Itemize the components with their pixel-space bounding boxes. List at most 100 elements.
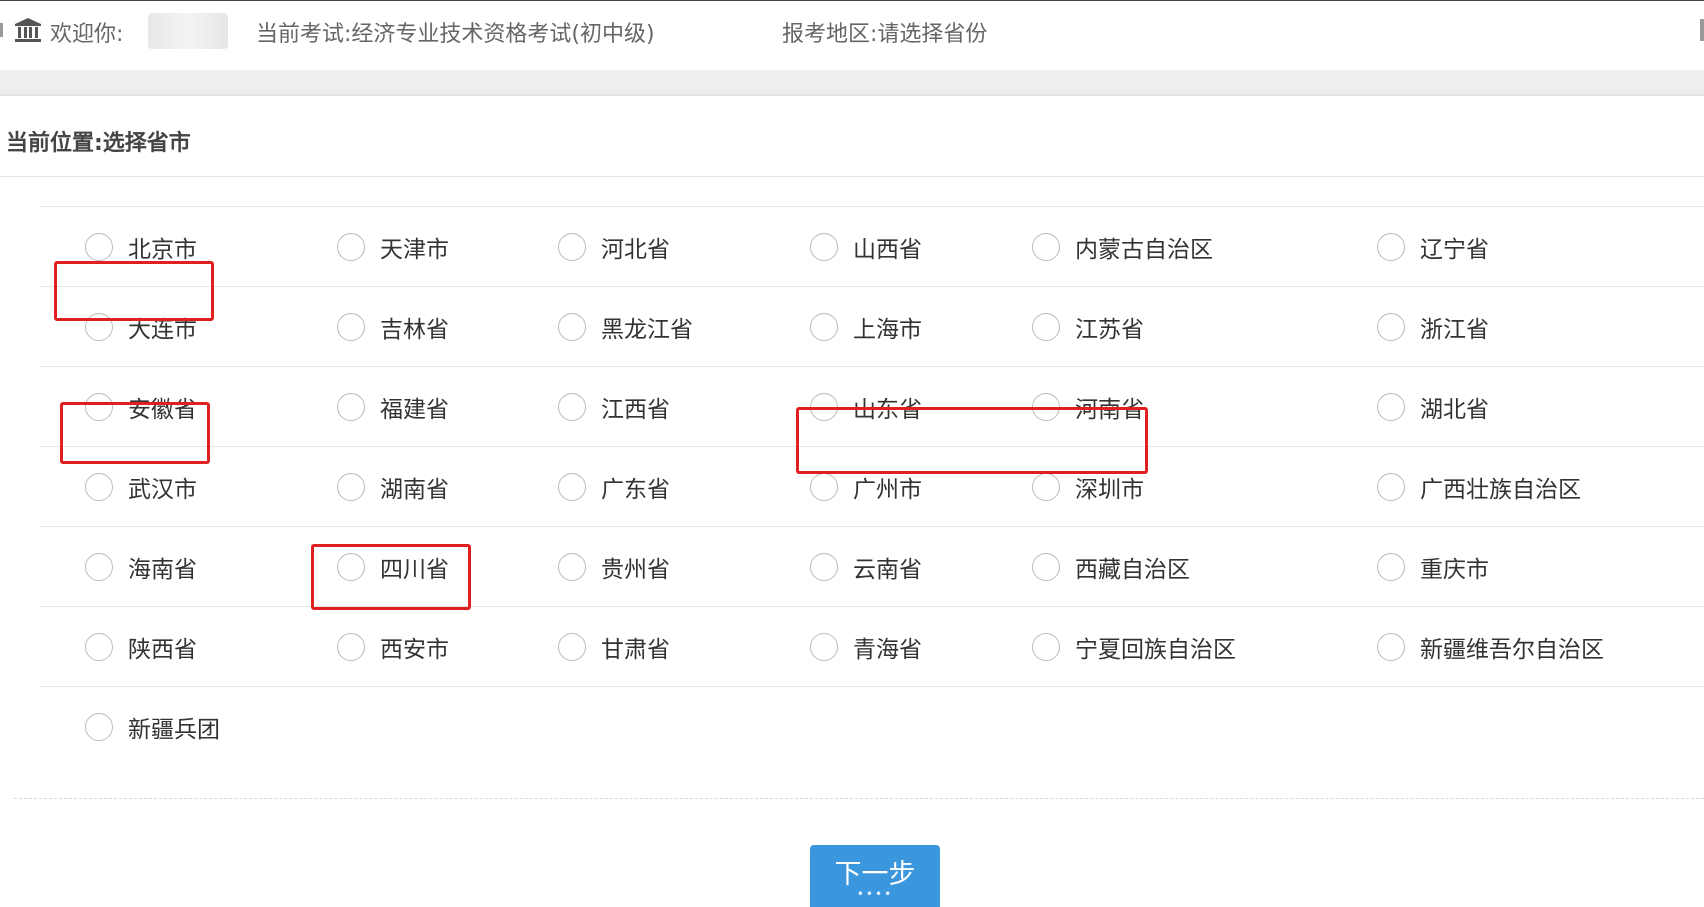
radio-button[interactable] (810, 552, 838, 581)
province-label: 广西壮族自治区 (1420, 476, 1581, 503)
province-option[interactable]: 辽宁省 (1377, 207, 1489, 286)
radio-button[interactable] (337, 472, 365, 501)
province-option[interactable]: 河北省 (558, 207, 670, 286)
province-option[interactable]: 四川省 (337, 527, 449, 606)
province-label: 武汉市 (128, 476, 197, 503)
province-option[interactable]: 河南省 (1032, 367, 1144, 446)
radio-button[interactable] (1032, 392, 1060, 421)
province-option[interactable]: 重庆市 (1377, 527, 1489, 606)
province-option[interactable]: 大连市 (85, 287, 197, 366)
username-blurred (148, 13, 228, 49)
region-selector-status[interactable]: 报考地区:请选择省份 (782, 16, 987, 48)
province-option[interactable]: 广州市 (810, 447, 922, 526)
radio-button[interactable] (85, 392, 113, 421)
province-option[interactable]: 武汉市 (85, 447, 197, 526)
province-row: 北京市 天津市 河北省 山西省 内蒙古自治区 辽宁省 (40, 206, 1704, 286)
radio-button[interactable] (1377, 312, 1405, 341)
radio-button[interactable] (558, 392, 586, 421)
province-option[interactable]: 江西省 (558, 367, 670, 446)
radio-button[interactable] (85, 472, 113, 501)
province-label: 重庆市 (1420, 556, 1489, 583)
radio-button[interactable] (1032, 552, 1060, 581)
province-option[interactable]: 陕西省 (85, 607, 197, 686)
province-label: 江西省 (601, 396, 670, 423)
radio-button[interactable] (337, 312, 365, 341)
radio-button[interactable] (85, 232, 113, 261)
province-option[interactable]: 广东省 (558, 447, 670, 526)
province-row: 海南省 四川省 贵州省 云南省 西藏自治区 重庆市 (40, 526, 1704, 606)
radio-button[interactable] (337, 552, 365, 581)
province-option[interactable]: 青海省 (810, 607, 922, 686)
province-row: 陕西省 西安市 甘肃省 青海省 宁夏回族自治区 新疆维吾尔自治区 (40, 606, 1704, 686)
scroll-edge-left (0, 23, 3, 37)
radio-button[interactable] (1032, 472, 1060, 501)
radio-button[interactable] (1377, 632, 1405, 661)
radio-button[interactable] (1377, 232, 1405, 261)
loading-dots-icon: •••• (856, 887, 894, 901)
province-grid: 北京市 天津市 河北省 山西省 内蒙古自治区 辽宁省大连市 吉林省 黑龙江省 上海市 江苏省 浙江省… (40, 206, 1704, 766)
radio-button[interactable] (337, 392, 365, 421)
province-option[interactable]: 内蒙古自治区 (1032, 207, 1213, 286)
province-option[interactable]: 江苏省 (1032, 287, 1144, 366)
province-label: 大连市 (128, 316, 197, 343)
radio-button[interactable] (85, 632, 113, 661)
radio-button[interactable] (337, 232, 365, 261)
province-option[interactable]: 宁夏回族自治区 (1032, 607, 1236, 686)
radio-button[interactable] (1377, 472, 1405, 501)
province-option[interactable]: 云南省 (810, 527, 922, 606)
province-label: 湖北省 (1420, 396, 1489, 423)
province-option[interactable]: 新疆兵团 (85, 687, 220, 766)
radio-button[interactable] (558, 312, 586, 341)
province-label: 海南省 (128, 556, 197, 583)
province-option[interactable]: 西藏自治区 (1032, 527, 1190, 606)
province-option[interactable]: 海南省 (85, 527, 197, 606)
province-option[interactable]: 深圳市 (1032, 447, 1144, 526)
province-label: 北京市 (128, 236, 197, 263)
radio-button[interactable] (810, 232, 838, 261)
province-option[interactable]: 上海市 (810, 287, 922, 366)
radio-button[interactable] (558, 472, 586, 501)
radio-button[interactable] (85, 712, 113, 741)
province-label: 新疆维吾尔自治区 (1420, 636, 1604, 663)
province-option[interactable]: 湖北省 (1377, 367, 1489, 446)
province-option[interactable]: 浙江省 (1377, 287, 1489, 366)
province-option[interactable]: 山东省 (810, 367, 922, 446)
province-option[interactable]: 安徽省 (85, 367, 197, 446)
radio-button[interactable] (810, 312, 838, 341)
radio-button[interactable] (810, 472, 838, 501)
province-label: 天津市 (380, 236, 449, 263)
province-option[interactable]: 天津市 (337, 207, 449, 286)
radio-button[interactable] (1032, 312, 1060, 341)
province-option[interactable]: 新疆维吾尔自治区 (1377, 607, 1604, 686)
radio-button[interactable] (85, 552, 113, 581)
radio-button[interactable] (1377, 392, 1405, 421)
radio-button[interactable] (558, 632, 586, 661)
radio-button[interactable] (85, 312, 113, 341)
province-option[interactable]: 福建省 (337, 367, 449, 446)
province-option[interactable]: 甘肃省 (558, 607, 670, 686)
next-step-button[interactable]: 下一步 •••• (810, 845, 940, 907)
province-label: 山东省 (853, 396, 922, 423)
radio-button[interactable] (810, 392, 838, 421)
radio-button[interactable] (1032, 632, 1060, 661)
province-option[interactable]: 西安市 (337, 607, 449, 686)
province-label: 山西省 (853, 236, 922, 263)
province-label: 广东省 (601, 476, 670, 503)
radio-button[interactable] (810, 632, 838, 661)
province-option[interactable]: 黑龙江省 (558, 287, 693, 366)
province-option[interactable]: 吉林省 (337, 287, 449, 366)
province-option[interactable]: 湖南省 (337, 447, 449, 526)
radio-button[interactable] (558, 552, 586, 581)
province-option[interactable]: 山西省 (810, 207, 922, 286)
radio-button[interactable] (558, 232, 586, 261)
radio-button[interactable] (337, 632, 365, 661)
radio-button[interactable] (1377, 552, 1405, 581)
province-label: 上海市 (853, 316, 922, 343)
dashed-divider (14, 798, 1704, 799)
province-option[interactable]: 广西壮族自治区 (1377, 447, 1581, 526)
province-label: 福建省 (380, 396, 449, 423)
province-option[interactable]: 北京市 (85, 207, 197, 286)
province-option[interactable]: 贵州省 (558, 527, 670, 606)
divider-band (0, 70, 1704, 96)
radio-button[interactable] (1032, 232, 1060, 261)
